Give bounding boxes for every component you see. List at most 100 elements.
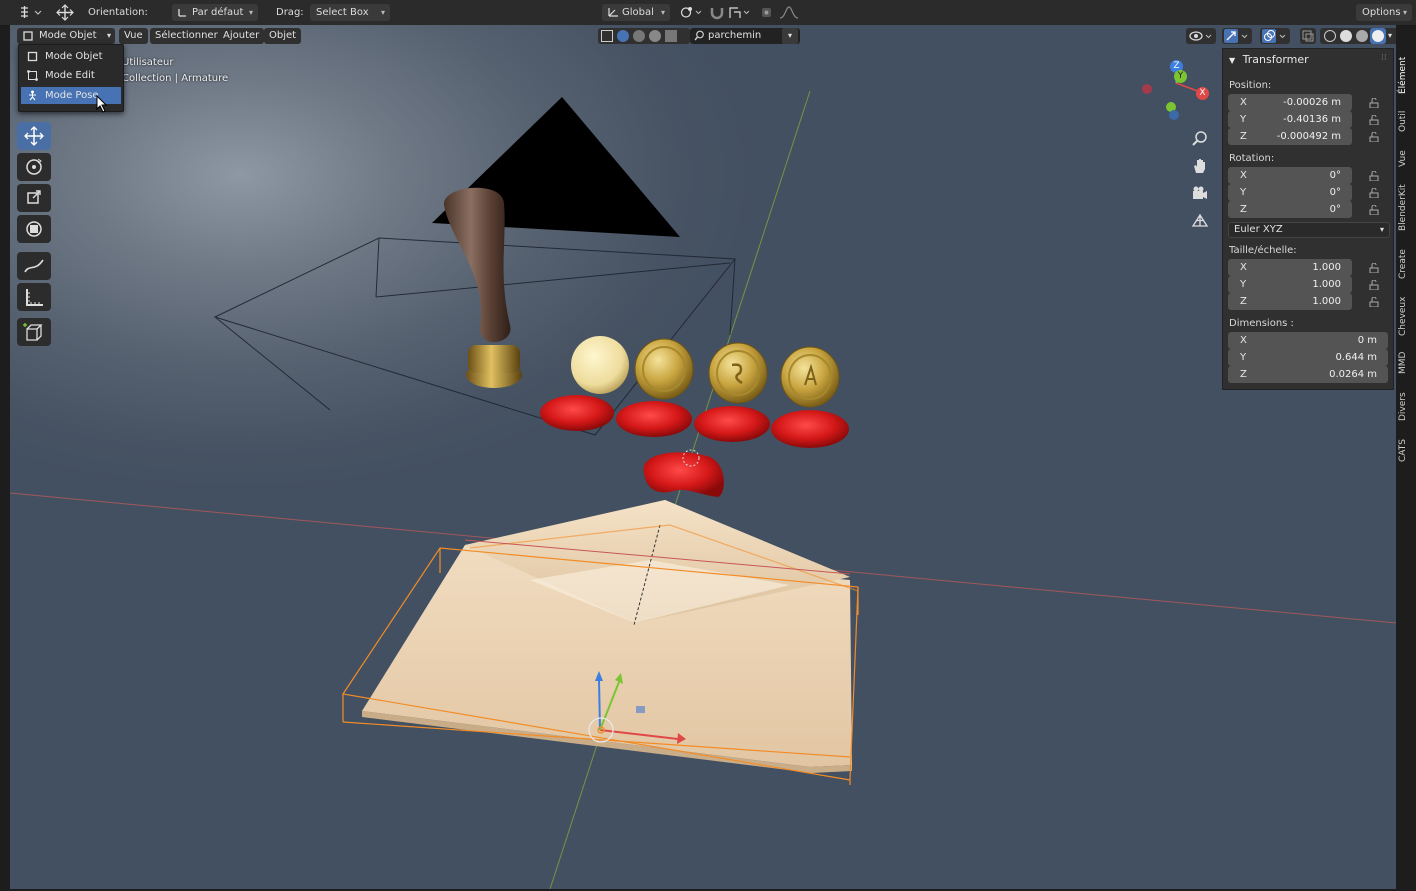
lock-icon[interactable] <box>1369 297 1379 307</box>
mode-menu-item-label: Mode Objet <box>45 51 103 62</box>
drag-handle-icon[interactable]: ⁞⁞ <box>1381 53 1387 63</box>
object-mode-icon <box>27 51 38 62</box>
collection-info: Collection | Armature <box>122 73 229 84</box>
tab-create[interactable]: Create <box>1398 246 1414 282</box>
edit-mode-icon <box>27 70 38 81</box>
world-filter-icon[interactable] <box>649 30 661 42</box>
menu-add[interactable]: Ajouter <box>218 28 265 44</box>
position-label: Position: <box>1229 80 1272 91</box>
top-toolbar: Orientation: Par défaut ▾ Drag: Select B… <box>0 0 1416 26</box>
material-shading-icon[interactable] <box>1356 30 1368 42</box>
transform-tool-button[interactable] <box>17 215 51 243</box>
tab-hair[interactable]: Cheveux <box>1398 294 1414 338</box>
dimensions-x-field[interactable]: X0 m <box>1228 332 1388 349</box>
lock-icon[interactable] <box>1369 205 1379 215</box>
scale-label: Taille/échelle: <box>1229 245 1297 256</box>
overlays-toggle[interactable] <box>1260 28 1290 44</box>
lock-icon[interactable] <box>1369 132 1379 142</box>
view-name: Utilisateur <box>122 57 174 68</box>
grid-view-icon[interactable] <box>1190 211 1210 231</box>
scale-z-field[interactable]: Z 1.000 <box>1228 293 1352 310</box>
mode-menu-item-edit[interactable]: Mode Edit <box>21 67 121 84</box>
camera-icon[interactable] <box>1190 184 1210 204</box>
scale-tool-button[interactable] <box>17 184 51 212</box>
3d-viewport[interactable]: X Z Y Utilisateur Collection | Armature <box>10 25 1396 889</box>
mode-label: Mode Objet <box>39 30 97 41</box>
wireframe-shading-icon[interactable] <box>1324 30 1336 42</box>
tab-tool[interactable]: Outil <box>1398 106 1414 136</box>
n-panel-transform: ▼ Transformer ⁞⁞ Position: X -0.00026 m Y… <box>1222 48 1394 390</box>
proportional-edit-icon[interactable] <box>760 4 774 21</box>
scale-y-field[interactable]: Y 1.000 <box>1228 276 1352 293</box>
gizmo-y-axis[interactable]: Y <box>1174 70 1187 83</box>
orientation-dropdown[interactable]: Par défaut ▾ <box>172 4 258 21</box>
solid-shading-icon[interactable] <box>1340 30 1352 42</box>
drag-value: Select Box <box>316 7 369 18</box>
panel-header[interactable]: ▼ Transformer <box>1229 53 1309 66</box>
move-tool-icon[interactable] <box>54 4 76 21</box>
lock-icon[interactable] <box>1369 115 1379 125</box>
shading-mode-group: ▾ <box>1320 28 1396 44</box>
lock-icon[interactable] <box>1369 188 1379 198</box>
mode-menu-item-label: Mode Pose <box>45 90 99 101</box>
lock-icon[interactable] <box>1369 98 1379 108</box>
menu-object[interactable]: Objet <box>264 28 302 44</box>
mode-dropdown[interactable]: Mode Objet ▾ <box>17 28 115 44</box>
tab-cats[interactable]: CATS <box>1398 436 1414 466</box>
mode-menu-item-object[interactable]: Mode Objet <box>21 48 121 65</box>
pivot-point-icon[interactable] <box>678 4 704 21</box>
position-z-field[interactable]: Z -0.000492 m <box>1228 128 1352 145</box>
rotate-tool-button[interactable] <box>17 153 51 181</box>
dimensions-z-field[interactable]: Z 0.0264 m <box>1228 366 1388 383</box>
snap-magnet-icon[interactable] <box>708 4 726 21</box>
chevron-down-icon: ▾ <box>660 8 665 17</box>
lock-icon[interactable] <box>1369 280 1379 290</box>
pose-mode-icon <box>27 90 38 101</box>
rotation-mode-dropdown[interactable]: Euler XYZ ▾ <box>1228 222 1390 238</box>
menu-view[interactable]: Vue <box>119 28 148 44</box>
editor-type-icon[interactable] <box>18 4 44 21</box>
zoom-icon[interactable] <box>1190 129 1210 149</box>
hand-pan-icon[interactable] <box>1190 156 1210 176</box>
camera-filter-icon[interactable] <box>665 30 677 42</box>
chevron-down-icon[interactable]: ▾ <box>1388 28 1392 44</box>
lock-icon[interactable] <box>1369 171 1379 181</box>
add-cube-tool-button[interactable] <box>17 318 51 346</box>
drag-dropdown[interactable]: Select Box ▾ <box>310 4 390 21</box>
light-filter-icon[interactable] <box>633 30 645 42</box>
tab-blenderkit[interactable]: BlenderKit <box>1398 182 1414 234</box>
transform-space-dropdown[interactable]: Global ▾ <box>602 4 670 21</box>
options-dropdown[interactable]: Options ▾ <box>1356 4 1412 21</box>
select-box-icon[interactable] <box>601 30 613 42</box>
rotation-z-field[interactable]: Z 0° <box>1228 201 1352 218</box>
tab-view[interactable]: Vue <box>1398 148 1414 170</box>
solid-filter-icon[interactable] <box>617 30 629 42</box>
tab-element[interactable]: Élément <box>1398 52 1414 98</box>
chevron-down-icon: ▾ <box>1379 225 1384 234</box>
rotation-y-field[interactable]: Y 0° <box>1228 184 1352 201</box>
visibility-dropdown[interactable] <box>1186 28 1216 44</box>
move-tool-button[interactable] <box>17 122 51 150</box>
sidebar-tabs: Élément Outil Vue BlenderKit Create Chev… <box>1396 48 1416 488</box>
gizmo-x-axis[interactable]: X <box>1196 87 1209 100</box>
lock-icon[interactable] <box>1369 263 1379 273</box>
chevron-down-icon[interactable]: ▾ <box>782 28 798 44</box>
rotation-x-field[interactable]: X 0° <box>1228 167 1352 184</box>
rendered-shading-icon[interactable] <box>1370 28 1386 44</box>
gizmo-toggle[interactable] <box>1222 28 1252 44</box>
tab-mmd[interactable]: MMD <box>1398 350 1414 376</box>
chevron-down-icon: ▾ <box>248 8 253 17</box>
position-y-field[interactable]: Y -0.40136 m <box>1228 111 1352 128</box>
search-field[interactable]: parchemin ▾ <box>690 28 800 44</box>
falloff-curve-icon[interactable] <box>778 4 800 21</box>
menu-select[interactable]: Sélectionner <box>150 28 223 44</box>
tab-misc[interactable]: Divers <box>1398 390 1414 424</box>
measure-tool-button[interactable] <box>17 283 51 311</box>
scale-x-field[interactable]: X 1.000 <box>1228 259 1352 276</box>
annotate-tool-button[interactable] <box>17 252 51 280</box>
orientation-icon <box>177 7 188 24</box>
dimensions-y-field[interactable]: Y 0.644 m <box>1228 349 1388 366</box>
xray-toggle[interactable] <box>1300 28 1316 44</box>
position-x-field[interactable]: X -0.00026 m <box>1228 94 1352 111</box>
snap-target-icon[interactable] <box>728 4 754 21</box>
